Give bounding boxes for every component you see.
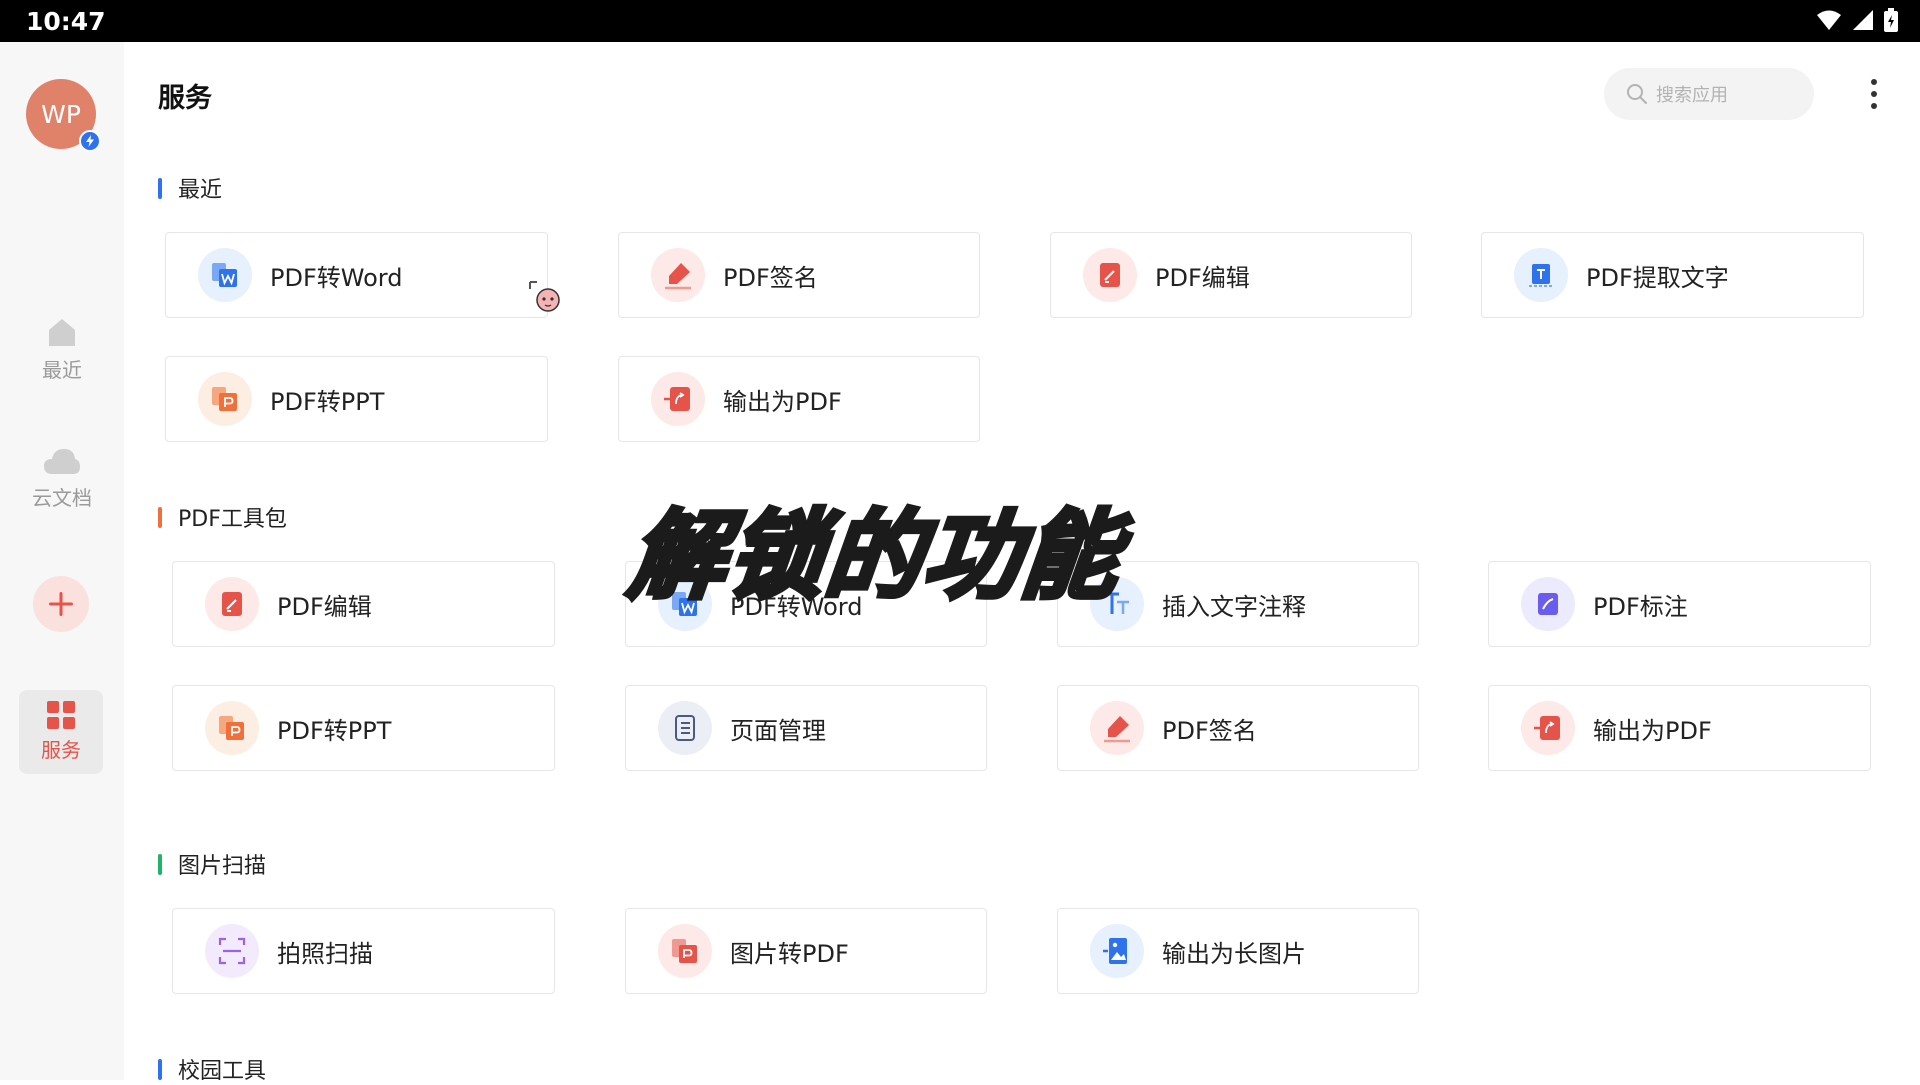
tool-card-label: 输出为PDF: [1593, 716, 1712, 745]
search-placeholder: 搜索应用: [1656, 85, 1728, 106]
scan-icon: [205, 924, 259, 978]
section-bar: [158, 1058, 162, 1080]
sidebar-item-label: 云文档: [32, 486, 92, 510]
page-manage-icon: [658, 701, 712, 755]
tool-card-label: 页面管理: [730, 716, 826, 745]
tool-card-label: 输出为长图片: [1162, 939, 1306, 968]
cloud-icon: [44, 449, 80, 474]
tool-card-label: PDF提取文字: [1586, 263, 1729, 292]
tool-card-page-manage[interactable]: 页面管理: [625, 685, 987, 771]
vip-badge-icon: [79, 130, 101, 152]
page-title: 服务: [158, 83, 212, 114]
tool-card-pdf-sign[interactable]: PDF签名: [1057, 685, 1419, 771]
tool-card-label: 图片转PDF: [730, 939, 849, 968]
status-icons: [1816, 8, 1898, 32]
export-pdf-icon: [651, 372, 705, 426]
search-icon: [1627, 84, 1647, 104]
section-title-campus: 校园工具: [158, 1053, 266, 1085]
section-bar: [158, 506, 162, 528]
overlay-caption-text: 解锁的功能: [622, 497, 1129, 614]
sidebar-item-cloud[interactable]: 云文档: [0, 446, 124, 511]
sidebar-item-services[interactable]: 服务: [19, 690, 103, 774]
tool-card-pdf-edit[interactable]: PDF编辑: [172, 561, 555, 647]
wifi-icon: [1817, 10, 1841, 30]
signal-icon: [1853, 10, 1873, 30]
pdf-edit-icon: [205, 577, 259, 631]
section-title-recent: 最近: [158, 172, 222, 204]
section-title-text: 图片扫描: [178, 854, 267, 879]
more-options-icon[interactable]: [1862, 76, 1886, 112]
battery-icon: [1884, 8, 1898, 32]
section-bar: [158, 853, 162, 875]
section-title-text: PDF工具包: [178, 507, 287, 532]
export-pdf-icon: [1521, 701, 1575, 755]
section-title-scan: 图片扫描: [158, 848, 266, 880]
tool-card-photo-scan[interactable]: 拍照扫描: [172, 908, 555, 994]
tool-card-pdf-sign[interactable]: PDF签名: [618, 232, 980, 318]
tool-card-label: 输出为PDF: [723, 387, 842, 416]
sidebar-item-label: 最近: [42, 358, 82, 382]
tool-card-pdf-extract-text[interactable]: PDF提取文字: [1481, 232, 1864, 318]
pdf-edit-icon: [1083, 248, 1137, 302]
pen-sign-icon: [651, 248, 705, 302]
grid-icon: [47, 701, 75, 729]
tool-card-pdf-to-ppt[interactable]: PDF转PPT: [165, 356, 548, 442]
section-title-text: 校园工具: [178, 1059, 267, 1084]
home-icon: [49, 319, 75, 346]
image-to-pdf-icon: [658, 924, 712, 978]
tool-card-pdf-edit[interactable]: PDF编辑: [1050, 232, 1412, 318]
sidebar-item-recent[interactable]: 最近: [0, 316, 124, 383]
tool-card-label: PDF签名: [1162, 716, 1257, 745]
tool-card-pdf-to-ppt[interactable]: PDF转PPT: [172, 685, 555, 771]
extract-text-icon: [1514, 248, 1568, 302]
section-bar: [158, 177, 162, 199]
tool-card-export-pdf[interactable]: 输出为PDF: [618, 356, 980, 442]
status-bar: 10:47: [0, 0, 1920, 42]
add-button[interactable]: [33, 576, 89, 632]
tool-card-label: PDF签名: [723, 263, 818, 292]
pen-sign-icon: [1090, 701, 1144, 755]
status-time: 10:47: [26, 7, 106, 36]
tool-card-pdf-annotate[interactable]: PDF标注: [1488, 561, 1871, 647]
tool-card-label: 拍照扫描: [277, 939, 373, 968]
pdf-to-ppt-icon: [205, 701, 259, 755]
mascot-sticker-icon: [529, 281, 560, 312]
section-title-text: 最近: [178, 178, 223, 203]
tool-card-export-pdf[interactable]: 输出为PDF: [1488, 685, 1871, 771]
tool-card-image-to-pdf[interactable]: 图片转PDF: [625, 908, 987, 994]
annotate-icon: [1521, 577, 1575, 631]
overlay-caption: 解锁的功能: [526, 487, 1226, 614]
tool-card-label: PDF编辑: [277, 592, 372, 621]
section-title-pdf-tools: PDF工具包: [158, 501, 287, 533]
tool-card-label: PDF转PPT: [270, 387, 385, 416]
pdf-to-word-icon: [198, 248, 252, 302]
pdf-to-ppt-icon: [198, 372, 252, 426]
sidebar-item-label: 服务: [41, 738, 81, 762]
sidebar: WP 最近 云文档 服务: [0, 42, 124, 1080]
tool-card-long-image[interactable]: 输出为长图片: [1057, 908, 1419, 994]
search-input[interactable]: 搜索应用: [1604, 68, 1814, 120]
avatar-text: WP: [41, 99, 81, 129]
tool-card-label: PDF编辑: [1155, 263, 1250, 292]
long-image-icon: [1090, 924, 1144, 978]
tool-card-pdf-to-word[interactable]: PDF转Word: [165, 232, 548, 318]
tool-card-label: PDF转Word: [270, 263, 403, 292]
tool-card-label: PDF标注: [1593, 592, 1688, 621]
plus-icon: [49, 592, 73, 616]
tool-card-label: PDF转PPT: [277, 716, 392, 745]
